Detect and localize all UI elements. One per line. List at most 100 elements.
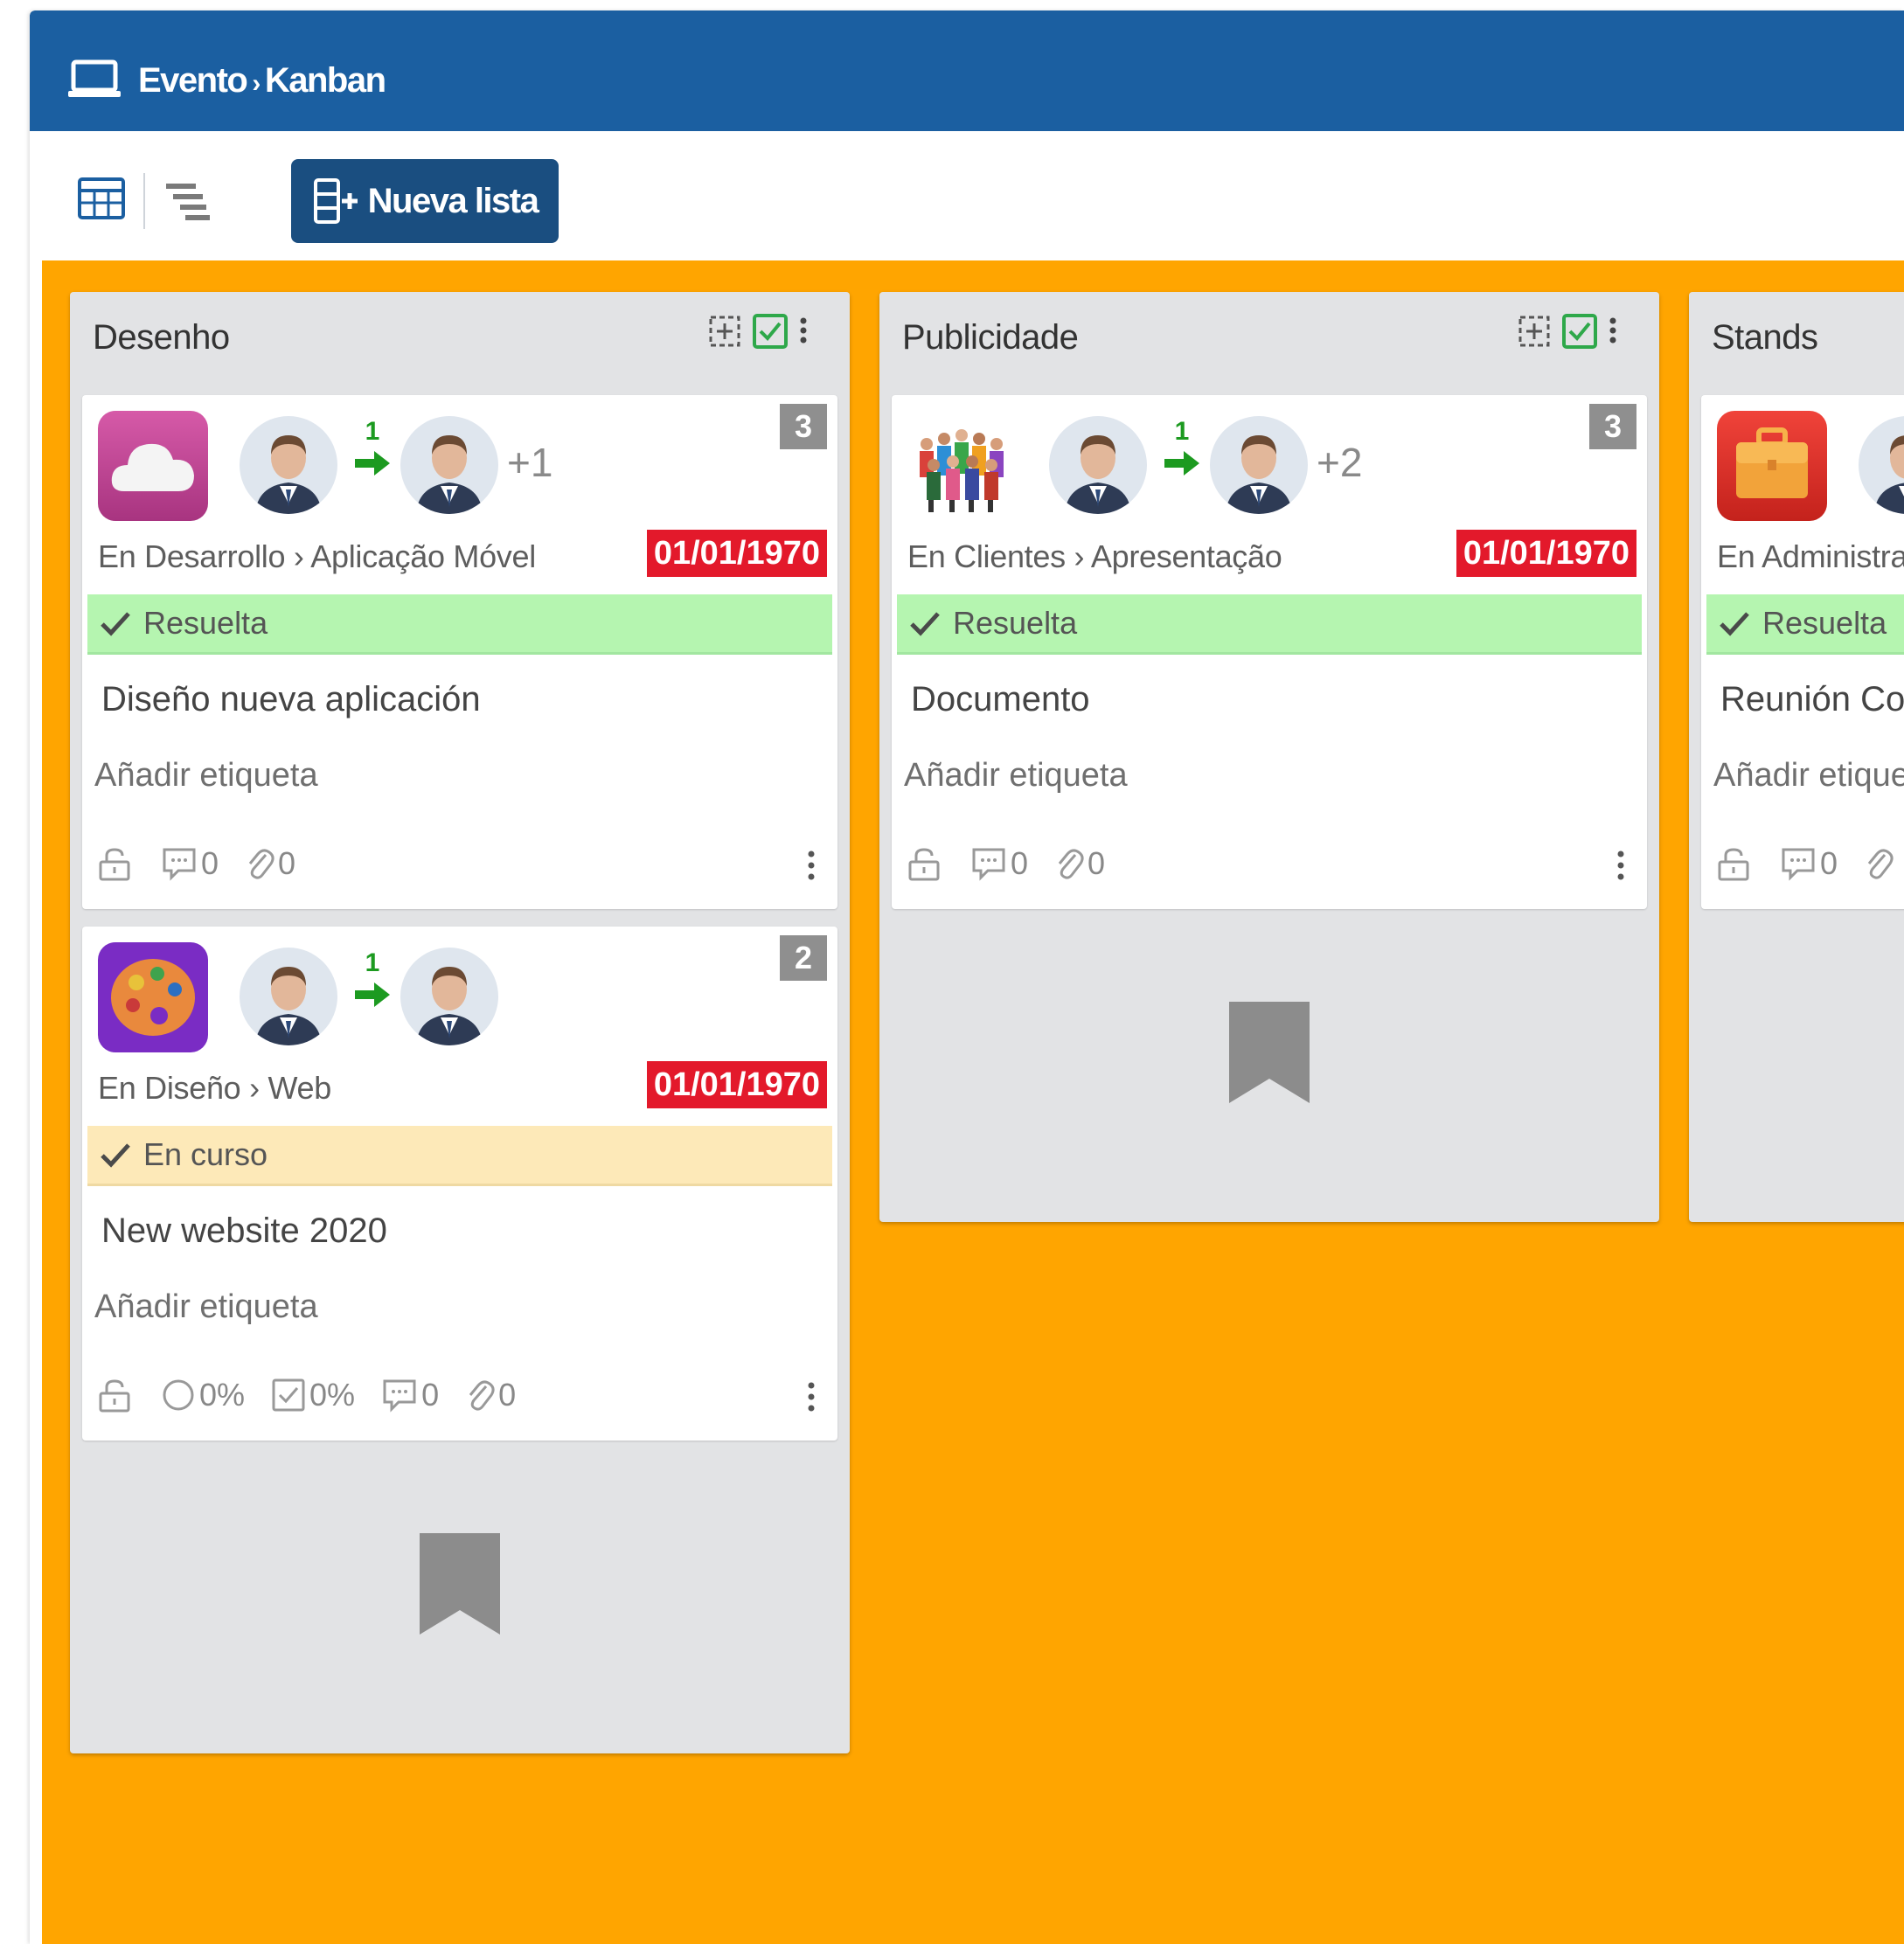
add-tag-link[interactable]: Añadir etique	[1713, 757, 1904, 795]
status-bar[interactable]: En curso	[87, 1126, 832, 1186]
status-bar[interactable]: Resuelta	[87, 594, 832, 655]
paperclip-icon	[469, 1380, 495, 1411]
column-title: Publicidade	[902, 318, 1079, 357]
extra-assignees-count[interactable]: +2	[1317, 439, 1362, 486]
card-title[interactable]: Diseño nueva aplicación	[101, 680, 481, 719]
column-header[interactable]: Desenho	[70, 292, 850, 393]
new-list-button[interactable]: Nueva lista	[291, 159, 559, 243]
drop-zone[interactable]	[879, 927, 1659, 1189]
card-path[interactable]: En Desarrollo › Aplicação Móvel	[98, 538, 536, 575]
checkbox-checked-icon[interactable]	[752, 313, 789, 350]
add-tag-link[interactable]: Añadir etiqueta	[94, 1288, 318, 1326]
avatar[interactable]	[1210, 416, 1308, 514]
card-path[interactable]: En Clientes › Apresentação	[907, 538, 1282, 575]
tree-view-icon[interactable]	[164, 180, 213, 224]
add-tag-link[interactable]: Añadir etiqueta	[904, 757, 1128, 795]
comments-item[interactable]: 0	[970, 845, 1028, 882]
lock-item[interactable]	[907, 846, 944, 881]
check-icon	[910, 612, 940, 636]
card-title[interactable]: Documento	[911, 680, 1090, 719]
column-header[interactable]: Stands	[1689, 292, 1904, 393]
kanban-card[interactable]: 1 +1 3 En Desarrollo › Aplicação Móvel 0…	[82, 395, 837, 909]
card-footer: 0 0	[98, 843, 322, 885]
toolbar-divider	[143, 173, 145, 229]
column-header[interactable]: Publicidade	[879, 292, 1659, 393]
kanban-card[interactable]: En Administra Resuelta Reunión Cor Añadi…	[1701, 395, 1904, 909]
progress-item[interactable]: 0%	[161, 1377, 245, 1413]
status-bar[interactable]: Resuelta	[1706, 594, 1904, 655]
checkbox-checked-icon[interactable]	[1561, 313, 1598, 350]
attachments-item[interactable]: 0	[245, 845, 295, 882]
assignment-count: 1	[1174, 417, 1190, 446]
card-footer: 0 0	[907, 843, 1131, 885]
lock-item[interactable]	[1717, 846, 1754, 881]
comments-item[interactable]: 0	[1780, 845, 1838, 882]
kanban-card[interactable]: 1 2 En Diseño › Web 01/01/1970 En curso …	[82, 927, 837, 1441]
checklist-value: 0%	[309, 1377, 356, 1413]
app-window: Evento › Kanban Nueva lista Desenho 1 +1…	[30, 10, 1904, 1944]
card-title[interactable]: Reunión Cor	[1720, 680, 1904, 719]
lock-open-icon	[99, 1379, 130, 1413]
card-title[interactable]: New website 2020	[101, 1212, 387, 1251]
card-menu-icon[interactable]	[804, 1381, 818, 1413]
arrow-right-icon	[1164, 451, 1199, 476]
avatar[interactable]	[240, 948, 337, 1045]
bookmark-icon	[1229, 1002, 1310, 1103]
toolbar: Nueva lista	[30, 131, 1904, 260]
priority-badge: 3	[780, 404, 827, 449]
avatar[interactable]	[400, 948, 498, 1045]
priority-badge: 3	[1589, 404, 1636, 449]
breadcrumb-separator: ›	[252, 69, 261, 98]
add-tag-link[interactable]: Añadir etiqueta	[94, 757, 318, 795]
status-label: Resuelta	[953, 605, 1078, 641]
avatar[interactable]	[240, 416, 337, 514]
check-icon	[101, 612, 130, 636]
attachments-item[interactable]: 0	[1054, 845, 1105, 882]
status-bar[interactable]: Resuelta	[897, 594, 1642, 655]
paperclip-icon	[1867, 849, 1894, 879]
expand-icon[interactable]	[1518, 315, 1551, 348]
comments-item[interactable]: 0	[381, 1377, 439, 1413]
checklist-item[interactable]: 0%	[271, 1377, 355, 1413]
briefcase-app-icon	[1717, 411, 1827, 521]
status-label: Resuelta	[1762, 605, 1887, 641]
bookmark-icon	[420, 1533, 500, 1635]
card-path[interactable]: En Diseño › Web	[98, 1070, 331, 1107]
lock-item[interactable]	[98, 846, 135, 881]
assignment-count: 1	[365, 948, 380, 977]
comment-icon	[1782, 848, 1815, 881]
kanban-board: Desenho 1 +1 3 En Desarrollo › Aplicação…	[42, 260, 1904, 1944]
expand-icon[interactable]	[708, 315, 741, 348]
check-icon	[101, 1143, 130, 1168]
comments-item[interactable]: 0	[161, 845, 219, 882]
breadcrumb-view: Kanban	[264, 61, 386, 100]
card-menu-icon[interactable]	[1614, 850, 1628, 881]
due-date-badge: 01/01/1970	[1456, 530, 1636, 577]
avatar[interactable]	[400, 416, 498, 514]
column-menu-icon[interactable]	[1609, 316, 1617, 346]
avatar[interactable]	[1049, 416, 1147, 514]
card-menu-icon[interactable]	[804, 850, 818, 881]
card-path[interactable]: En Administra	[1717, 538, 1904, 575]
monitor-icon	[68, 59, 121, 97]
lock-item[interactable]	[98, 1378, 135, 1413]
card-footer: 0% 0% 0 0	[98, 1374, 542, 1416]
comments-count: 0	[1820, 845, 1838, 881]
new-list-label: Nueva lista	[367, 181, 539, 220]
kanban-card[interactable]: 1 +2 3 En Clientes › Apresentação 01/01/…	[892, 395, 1647, 909]
attachments-item[interactable]	[1864, 846, 1897, 881]
people-group-icon	[907, 411, 1018, 521]
attachments-item[interactable]: 0	[465, 1377, 516, 1413]
table-view-icon[interactable]	[77, 177, 126, 220]
column-menu-icon[interactable]	[799, 316, 808, 346]
column-title: Stands	[1712, 318, 1818, 357]
progress-circle-icon	[163, 1379, 194, 1411]
extra-assignees-count[interactable]: +1	[507, 439, 552, 486]
breadcrumb-module[interactable]: Evento	[138, 61, 248, 100]
column-title: Desenho	[93, 318, 230, 357]
column-tools	[1518, 313, 1617, 350]
due-date-badge: 01/01/1970	[646, 530, 827, 577]
avatar[interactable]	[1859, 416, 1904, 514]
drop-zone[interactable]	[70, 1458, 850, 1720]
assignment-count: 1	[365, 417, 380, 446]
